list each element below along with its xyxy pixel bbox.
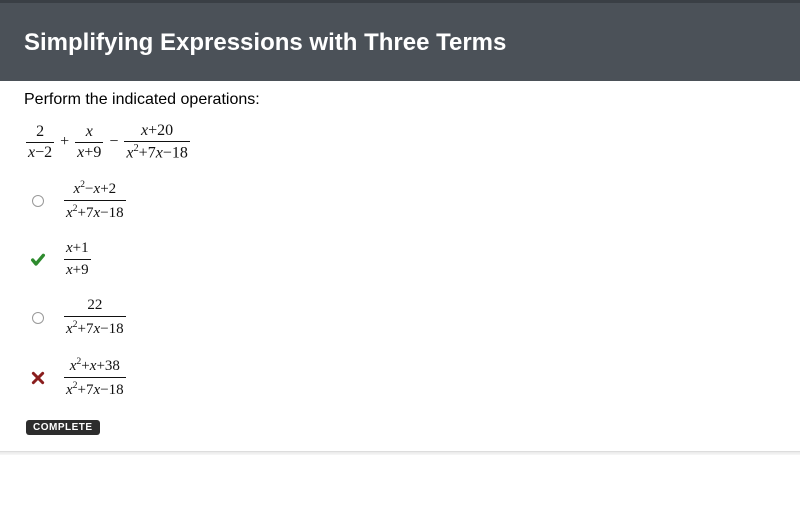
option-4-marker — [24, 371, 52, 385]
option-3-math: 22 x2+7x−18 — [64, 297, 126, 338]
term-3-denominator: x2+7x−18 — [124, 141, 189, 161]
term-1-numerator: 2 — [34, 124, 46, 142]
operator-plus: + — [54, 134, 75, 150]
option-4-math: x2+x+38 x2+7x−18 — [64, 356, 126, 399]
term-2-fraction: x x+9 — [75, 124, 103, 161]
title-bar: Simplifying Expressions with Three Terms — [0, 0, 800, 81]
cross-icon — [31, 371, 45, 385]
option-1-marker — [24, 195, 52, 207]
term-1-denominator: x−2 — [26, 142, 54, 161]
option-2[interactable]: x+1 x+9 — [24, 240, 776, 279]
option-4[interactable]: x2+x+38 x2+7x−18 — [24, 356, 776, 399]
term-3-fraction: x+20 x2+7x−18 — [124, 123, 189, 161]
term-2-numerator: x — [84, 124, 95, 142]
term-3-numerator: x+20 — [139, 123, 175, 141]
footer-bar — [0, 451, 800, 455]
question-prompt: Perform the indicated operations: — [24, 91, 776, 109]
radio-empty-icon — [32, 195, 44, 207]
answer-options: x2−x+2 x2+7x−18 x+1 x+9 — [24, 179, 776, 399]
option-3-marker — [24, 312, 52, 324]
check-icon — [30, 252, 46, 268]
operator-minus: − — [103, 134, 124, 150]
option-1-math: x2−x+2 x2+7x−18 — [64, 179, 126, 222]
option-1[interactable]: x2−x+2 x2+7x−18 — [24, 179, 776, 222]
complete-button[interactable]: COMPLETE — [26, 420, 100, 435]
term-2-denominator: x+9 — [75, 142, 103, 161]
complete-button-wrap: COMPLETE — [26, 417, 776, 435]
option-3[interactable]: 22 x2+7x−18 — [24, 297, 776, 338]
main-expression: 2 x−2 + x x+9 − x+20 x2+7x−18 — [26, 123, 776, 161]
radio-empty-icon — [32, 312, 44, 324]
option-2-marker — [24, 252, 52, 268]
page-title: Simplifying Expressions with Three Terms — [24, 29, 776, 57]
option-2-math: x+1 x+9 — [64, 240, 91, 279]
term-1-fraction: 2 x−2 — [26, 124, 54, 161]
content-area: Perform the indicated operations: 2 x−2 … — [0, 81, 800, 443]
